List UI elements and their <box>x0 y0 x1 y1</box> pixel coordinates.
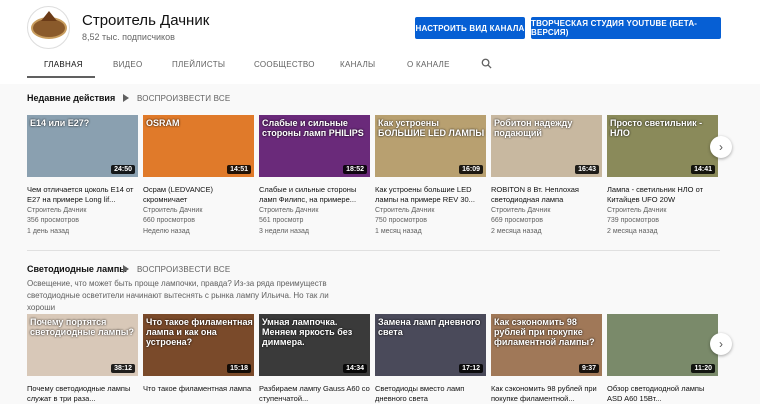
channel-title: Строитель Дачник <box>82 12 210 29</box>
video-channel[interactable]: Строитель Дачник <box>375 207 434 214</box>
tab-playlists[interactable]: ПЛЕЙЛИСТЫ <box>172 60 225 69</box>
chevron-right-icon: › <box>719 337 723 351</box>
tab-about[interactable]: О КАНАЛЕ <box>407 60 450 69</box>
thumbnail-caption: Замена ламп дневного света <box>378 317 481 337</box>
channel-avatar[interactable] <box>27 6 70 49</box>
thumbnail-caption: Слабые и сильные стороны ламп PHILIPS <box>262 118 364 138</box>
video-date: 3 недели назад <box>259 228 309 235</box>
video-thumbnail[interactable]: Просто светильник - НЛО 14:41 <box>607 115 718 177</box>
video-date: 2 месяца назад <box>491 228 542 235</box>
subscriber-count: 8,52 тыс. подписчиков <box>82 32 175 42</box>
video-title[interactable]: Обзор светодиодной лампы ASD A60 15Вт... <box>607 384 718 404</box>
thumbnail-caption: Умная лампочка. Меняем яркость без димме… <box>262 317 353 347</box>
tab-community[interactable]: СООБЩЕСТВО <box>254 60 315 69</box>
video-thumbnail[interactable]: Как сэкономить 98 рублей при покупке фил… <box>491 314 602 376</box>
tab-home[interactable]: ГЛАВНАЯ <box>44 60 83 69</box>
section-title-led: Светодиодные лампы <box>27 264 127 274</box>
active-tab-indicator <box>27 76 95 78</box>
thumbnail-caption: Что такое филаментная лампа и как она ус… <box>146 317 253 347</box>
video-duration: 18:52 <box>343 165 367 174</box>
chevron-right-icon: › <box>719 140 723 154</box>
video-channel[interactable]: Строитель Дачник <box>143 207 202 214</box>
video-date: 1 день назад <box>27 228 70 235</box>
video-title[interactable]: Лампа - светильник НЛО от Китайцев UFO 2… <box>607 185 718 205</box>
video-views: 739 просмотров <box>607 217 659 224</box>
video-title[interactable]: Разбираем лампу Gauss A60 со ступенчатой… <box>259 384 370 404</box>
video-views: 660 просмотров <box>143 217 195 224</box>
video-thumbnail[interactable]: Робитон надежду подающий 16:43 <box>491 115 602 177</box>
video-views: 750 просмотров <box>375 217 427 224</box>
thumbnail-caption: E14 или E27? <box>30 118 90 128</box>
play-all-label: ВОСПРОИЗВЕСТИ ВСЕ <box>137 265 231 274</box>
thumbnail-caption: Просто светильник - НЛО <box>610 118 703 138</box>
video-title[interactable]: Как сэкономить 98 рублей при покупке фил… <box>491 384 602 404</box>
house-icon <box>41 11 57 21</box>
video-duration: 14:41 <box>691 165 715 174</box>
video-thumbnail[interactable]: 11:20 <box>607 314 718 376</box>
video-thumbnail[interactable]: Почему портятся светодиодные лампы? 38:12 <box>27 314 138 376</box>
next-arrow-led[interactable]: › <box>710 333 732 355</box>
video-duration: 14:51 <box>227 165 251 174</box>
video-thumbnail[interactable]: Слабые и сильные стороны ламп PHILIPS 18:… <box>259 115 370 177</box>
video-title[interactable]: ROBITON 8 Вт. Неплохая светодиодная ламп… <box>491 185 602 205</box>
video-title[interactable]: Почему светодиодные лампы служат в три р… <box>27 384 138 404</box>
play-all-label: ВОСПРОИЗВЕСТИ ВСЕ <box>137 94 231 103</box>
video-duration: 17:12 <box>459 364 483 373</box>
video-duration: 24:50 <box>111 165 135 174</box>
video-date: 2 месяца назад <box>607 228 658 235</box>
video-duration: 11:20 <box>691 364 715 373</box>
thumbnail-caption: Почему портятся светодиодные лампы? <box>30 317 134 337</box>
youtube-studio-button[interactable]: ТВОРЧЕСКАЯ СТУДИЯ YOUTUBE (БЕТА-ВЕРСИЯ) <box>531 17 721 39</box>
video-thumbnail[interactable]: OSRAM 14:51 <box>143 115 254 177</box>
video-views: 561 просмотр <box>259 217 304 224</box>
thumbnail-caption: Робитон надежду подающий <box>494 118 573 138</box>
next-arrow-recent[interactable]: › <box>710 136 732 158</box>
search-icon[interactable] <box>481 58 492 69</box>
video-duration: 16:09 <box>459 165 483 174</box>
video-duration: 14:34 <box>343 364 367 373</box>
section-divider <box>27 250 720 251</box>
video-duration: 15:18 <box>227 364 251 373</box>
video-title[interactable]: Слабые и сильные стороны ламп Филипс, на… <box>259 185 370 205</box>
video-thumbnail[interactable]: Замена ламп дневного света 17:12 <box>375 314 486 376</box>
tab-channels[interactable]: КАНАЛЫ <box>340 60 375 69</box>
video-views: 669 просмотров <box>491 217 543 224</box>
thumbnail-caption: Как сэкономить 98 рублей при покупке фил… <box>494 317 595 347</box>
video-title[interactable]: Светодиоды вместо ламп дневного света <box>375 384 486 404</box>
video-thumbnail[interactable]: E14 или E27? 24:50 <box>27 115 138 177</box>
video-channel[interactable]: Строитель Дачник <box>491 207 550 214</box>
video-views: 356 просмотров <box>27 217 79 224</box>
video-channel[interactable]: Строитель Дачник <box>27 207 86 214</box>
video-channel[interactable]: Строитель Дачник <box>607 207 666 214</box>
channel-tabs: ГЛАВНАЯ ВИДЕО ПЛЕЙЛИСТЫ СООБЩЕСТВО КАНАЛ… <box>0 52 760 78</box>
play-all-led[interactable]: ВОСПРОИЗВЕСТИ ВСЕ <box>123 265 230 274</box>
video-duration: 38:12 <box>111 364 135 373</box>
thumbnail-caption: Как устроены БОЛЬШИЕ LED ЛАМПЫ <box>378 118 485 138</box>
video-channel[interactable]: Строитель Дачник <box>259 207 318 214</box>
video-thumbnail[interactable]: Как устроены БОЛЬШИЕ LED ЛАМПЫ 16:09 <box>375 115 486 177</box>
section-title-recent: Недавние действия <box>27 93 116 103</box>
video-title[interactable]: Осрам (LEDVANCE) скромничает <box>143 185 254 205</box>
video-title[interactable]: Чем отличается цоколь E14 от E27 на прим… <box>27 185 138 205</box>
channel-header: Строитель Дачник 8,52 тыс. подписчиков Н… <box>0 0 760 84</box>
video-duration: 9:37 <box>578 364 599 373</box>
video-date: 1 месяц назад <box>375 228 422 235</box>
video-thumbnail[interactable]: Умная лампочка. Меняем яркость без димме… <box>259 314 370 376</box>
video-duration: 16:43 <box>575 165 599 174</box>
play-icon <box>123 94 129 102</box>
customize-channel-button[interactable]: НАСТРОИТЬ ВИД КАНАЛА <box>415 17 525 39</box>
play-all-recent[interactable]: ВОСПРОИЗВЕСТИ ВСЕ <box>123 94 230 103</box>
thumbnail-caption: OSRAM <box>146 118 180 128</box>
video-date: Неделю назад <box>143 228 190 235</box>
play-icon <box>123 265 129 273</box>
video-title[interactable]: Как устроены большие LED лампы на пример… <box>375 185 486 205</box>
tab-videos[interactable]: ВИДЕО <box>113 60 143 69</box>
video-title[interactable]: Что такое филаментная лампа <box>143 384 254 404</box>
section-description: Освещение, что может быть проще лампочки… <box>27 279 329 312</box>
video-thumbnail[interactable]: Что такое филаментная лампа и как она ус… <box>143 314 254 376</box>
